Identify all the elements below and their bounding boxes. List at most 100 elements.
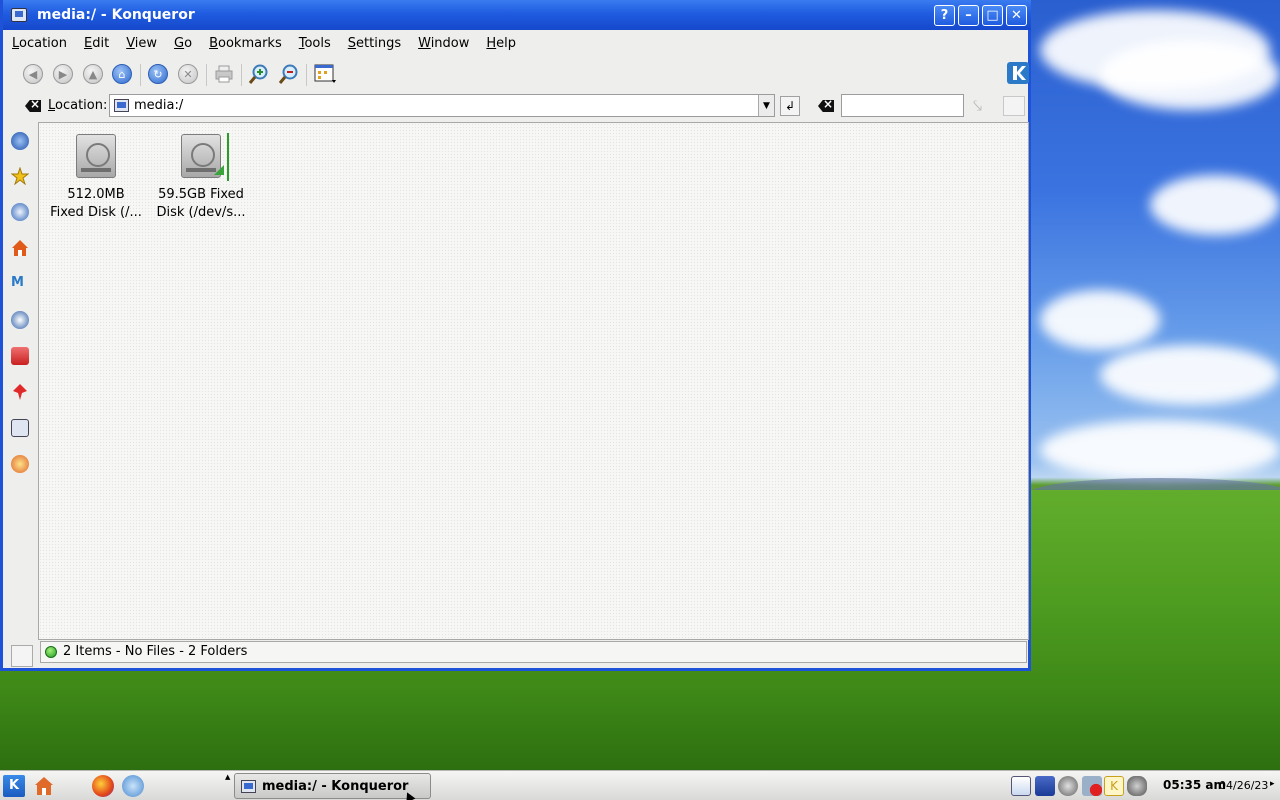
tray-display-icon[interactable] <box>1035 776 1055 796</box>
taskbar-clock[interactable]: 05:35 am <box>1163 778 1226 792</box>
zoom-in-icon <box>248 64 268 84</box>
search-input[interactable] <box>841 94 964 117</box>
view-mode-icon <box>314 64 336 83</box>
menu-help[interactable]: Help <box>486 36 516 51</box>
menu-edit-label: dit <box>92 35 110 51</box>
home-launcher-icon[interactable] <box>33 775 55 797</box>
mounted-emblem-icon <box>214 165 224 175</box>
tray-volume-muted-icon[interactable] <box>1082 776 1102 796</box>
tray-network-icon[interactable] <box>1058 776 1078 796</box>
kmenu-icon[interactable]: K <box>3 775 25 797</box>
sidebar-network-icon[interactable] <box>11 311 29 329</box>
cloud <box>1150 175 1280 235</box>
menu-settings[interactable]: Settings <box>348 36 401 51</box>
window-icon[interactable] <box>11 8 27 22</box>
konqueror-logo-icon <box>1007 62 1029 84</box>
menu-location-label: ocation <box>19 35 67 51</box>
konqueror-logo-button[interactable] <box>1005 60 1031 86</box>
tray-clipboard-icon[interactable]: K <box>1104 776 1124 796</box>
sidebar-root-folder-icon[interactable] <box>11 347 29 365</box>
menu-window-accel: W <box>418 35 431 51</box>
sidebar-home-icon[interactable] <box>11 239 29 257</box>
menu-bookmarks[interactable]: Bookmarks <box>209 36 282 51</box>
reload-button[interactable]: ↻ <box>146 62 170 86</box>
maximize-button[interactable]: □ <box>982 5 1003 26</box>
menu-view-accel: V <box>126 35 135 51</box>
sidebar-browser-icon[interactable] <box>11 132 29 150</box>
menu-view[interactable]: View <box>126 36 157 51</box>
toolbar-separator <box>241 64 242 86</box>
status-text: 2 Items - No Files - 2 Folders <box>63 644 248 659</box>
zoom-out-icon <box>278 64 298 84</box>
go-button[interactable]: ↲ <box>780 96 800 116</box>
reload-icon: ↻ <box>148 64 168 84</box>
clear-location-icon[interactable] <box>25 100 41 112</box>
back-button[interactable]: ◀ <box>21 62 45 86</box>
zoom-out-button[interactable] <box>277 62 301 86</box>
menu-tools[interactable]: Tools <box>299 36 331 51</box>
file-item-label: 512.0MB Fixed Disk (/... <box>44 186 148 222</box>
menu-window[interactable]: Window <box>418 36 469 51</box>
cloud <box>1100 40 1280 110</box>
tray-removable-icon[interactable] <box>1127 776 1147 796</box>
title-bar[interactable]: media:/ - Konqueror ? – □ ✕ <box>3 0 1031 30</box>
forward-icon: ▶ <box>53 64 73 84</box>
home-button[interactable]: ⌂ <box>110 62 134 86</box>
status-led-icon <box>45 646 57 658</box>
menu-bookmarks-accel: B <box>209 35 219 51</box>
view-mode-button[interactable] <box>313 62 337 86</box>
window-title: media:/ - Konqueror <box>37 7 195 23</box>
sidebar-bookmarks-icon[interactable] <box>10 166 30 186</box>
file-item-line2: Disk (/dev/s... <box>156 205 246 220</box>
sidebar-services-icon[interactable] <box>11 383 29 401</box>
mounted-indicator <box>227 133 229 181</box>
zoom-in-button[interactable] <box>247 62 271 86</box>
toolbar-separator <box>306 64 307 86</box>
tray-notes-icon[interactable] <box>1011 776 1031 796</box>
close-button[interactable]: ✕ <box>1006 5 1027 26</box>
location-dropdown-icon[interactable]: ▼ <box>758 95 774 116</box>
menu-go[interactable]: Go <box>174 36 192 51</box>
location-input[interactable]: media:/ ▼ <box>109 94 775 117</box>
sidebar-media-icon[interactable]: M <box>11 275 29 293</box>
menu-help-accel: H <box>486 35 497 51</box>
cloud <box>1040 290 1160 350</box>
minimize-button[interactable]: – <box>958 5 979 26</box>
sidebar-devices-icon[interactable] <box>11 419 29 437</box>
menu-location[interactable]: Location <box>12 36 67 51</box>
taskbar-end-icon[interactable]: ▸ <box>1270 779 1275 789</box>
hard-disk-icon <box>76 134 116 178</box>
taskbar-expand-icon[interactable]: ▲ <box>225 773 230 781</box>
menu-window-label: indow <box>430 35 470 51</box>
forward-button[interactable]: ▶ <box>51 62 75 86</box>
menu-go-accel: G <box>174 35 185 51</box>
search-go-icon[interactable]: ⤥ <box>973 96 995 116</box>
stop-button[interactable]: ✕ <box>176 62 200 86</box>
file-item-disk-2[interactable]: 59.5GB Fixed Disk (/dev/s... <box>149 131 253 222</box>
search-options-icon[interactable] <box>1003 96 1025 116</box>
sidebar-config-button[interactable] <box>11 645 33 667</box>
print-icon <box>215 65 233 83</box>
toolbar-separator <box>206 64 207 86</box>
konqueror-launcher-icon[interactable] <box>122 775 144 797</box>
sidebar-web-icon[interactable] <box>11 455 29 473</box>
taskbar-date[interactable]: 04/26/23 <box>1219 779 1268 792</box>
help-button[interactable]: ? <box>934 5 955 26</box>
menu-edit-accel: E <box>84 35 93 51</box>
cloud <box>1040 420 1280 480</box>
window-controls: ? – □ ✕ <box>934 5 1027 26</box>
location-label-text: ocation: <box>55 98 108 113</box>
home-icon: ⌂ <box>112 64 132 84</box>
menu-location-accel: L <box>12 35 20 51</box>
file-view[interactable]: 512.0MB Fixed Disk (/... 59.5GB Fixed Disk… <box>38 122 1029 640</box>
clear-search-icon[interactable] <box>818 100 834 112</box>
menu-edit[interactable]: Edit <box>84 36 109 51</box>
taskbar: K ▲ media:/ - Konqueror K 05:35 am 04/26… <box>0 770 1280 800</box>
firefox-icon[interactable] <box>92 775 114 797</box>
file-item-disk-1[interactable]: 512.0MB Fixed Disk (/... <box>44 131 148 222</box>
cloud <box>1100 345 1280 405</box>
print-button[interactable] <box>212 62 236 86</box>
sidebar-history-icon[interactable] <box>11 203 29 221</box>
up-button[interactable]: ▲ <box>81 62 105 86</box>
task-button-konqueror[interactable]: media:/ - Konqueror <box>234 773 431 799</box>
